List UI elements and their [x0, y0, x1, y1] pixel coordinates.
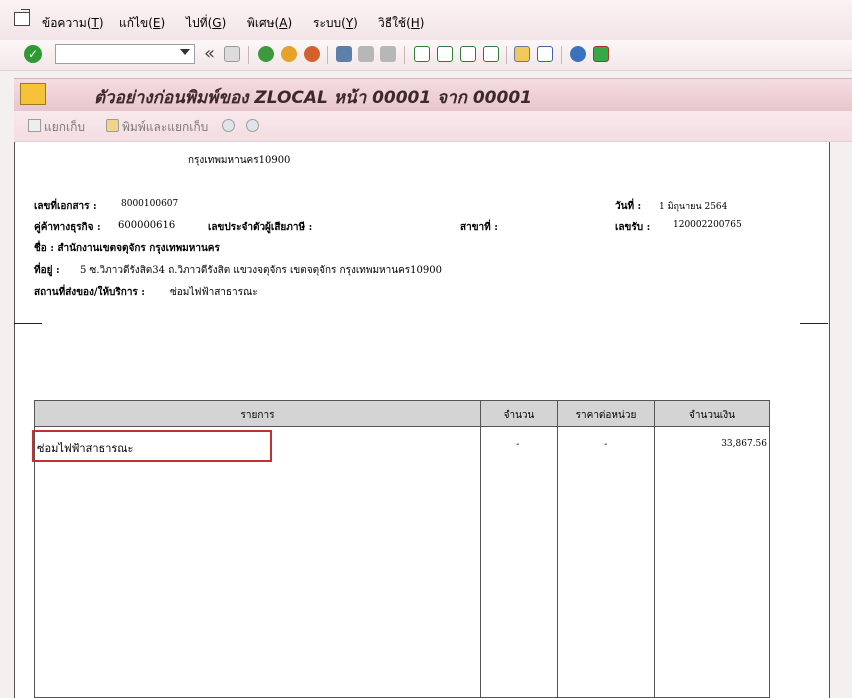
- column-divider: [557, 401, 558, 697]
- name-line: ชื่อ : สำนักงานเขตจตุจักร กรุงเทพมหานคร: [34, 243, 220, 254]
- menu-label: พิเศษ(: [247, 16, 280, 30]
- header-item: รายการ: [240, 410, 275, 421]
- partner-value: 600000616: [118, 220, 176, 231]
- exit-icon[interactable]: [281, 46, 297, 62]
- menu-system[interactable]: ระบบ(Y): [313, 14, 358, 33]
- menu-key: H: [410, 16, 420, 30]
- menu-label-tail: ): [98, 16, 104, 30]
- chevron-down-icon[interactable]: [180, 49, 190, 55]
- address-label: ที่อยู่ :: [34, 265, 60, 276]
- find-next-icon[interactable]: [380, 46, 396, 62]
- menu-label-tail: ): [419, 16, 425, 30]
- new-session-icon[interactable]: [514, 46, 530, 62]
- last-page-icon[interactable]: [483, 46, 499, 62]
- menu-message[interactable]: ข้อความ(T): [42, 14, 104, 33]
- separator: [248, 46, 249, 64]
- menu-label: ไปที่(: [186, 16, 213, 30]
- tax-id-label: เลขประจำตัวผู้เสียภาษี :: [208, 222, 313, 233]
- separator: [561, 46, 562, 64]
- menu-label-tail: ): [287, 16, 293, 30]
- command-field[interactable]: [55, 44, 195, 64]
- separator: [404, 46, 405, 64]
- standard-toolbar: ✓ «: [0, 40, 852, 71]
- header-unit-price: ราคาต่อหน่วย: [575, 410, 637, 421]
- menu-edit[interactable]: แก้ไข(E): [119, 14, 165, 33]
- spool-store-icon[interactable]: [28, 119, 41, 132]
- menu-label-tail: ): [221, 16, 227, 30]
- menu-bar: ข้อความ(T) แก้ไข(E) ไปที่(G) พิเศษ(A) ระ…: [0, 0, 852, 41]
- prev-page-icon[interactable]: [437, 46, 453, 62]
- screen-title-bar: ตัวอย่างก่อนพิมพ์ของ ZLOCAL หน้า 00001 จ…: [14, 78, 852, 111]
- separator: [327, 46, 328, 64]
- next-page-icon[interactable]: [460, 46, 476, 62]
- row-unit-price: -: [604, 439, 608, 450]
- address-value: 5 ซ.วิภาวดีรังสิต34 ถ.วิภาวดีรังสิต แขวง…: [80, 265, 442, 276]
- print-icon[interactable]: [336, 46, 352, 62]
- application-toolbar: แยกเก็บ พิมพ์และแยกเก็บ: [14, 111, 852, 142]
- address-line-top: กรุงเทพมหานคร10900: [188, 155, 291, 166]
- print-and-spool-button[interactable]: พิมพ์และแยกเก็บ: [122, 118, 208, 137]
- first-page-icon[interactable]: [414, 46, 430, 62]
- print-spool-icon[interactable]: [106, 119, 119, 132]
- menu-help[interactable]: วิธีใช้(H): [378, 14, 424, 33]
- check-icon[interactable]: ✓: [24, 45, 42, 63]
- doc-no-label: เลขที่เอกสาร :: [34, 201, 97, 212]
- menu-key: E: [152, 16, 161, 30]
- header-qty: จำนวน: [503, 410, 535, 421]
- service-location-value: ซ่อมไฟฟ้าสาธารณะ: [170, 287, 258, 298]
- date-value: 1 มิถุนายน 2564: [659, 202, 728, 212]
- column-divider: [654, 401, 655, 697]
- customize-icon[interactable]: [593, 46, 609, 62]
- zoom-in-icon[interactable]: [222, 119, 235, 132]
- menu-key: T: [91, 16, 99, 30]
- row-qty: -: [516, 439, 520, 450]
- menu-goto[interactable]: ไปที่(G): [186, 14, 226, 33]
- doc-no-value: 8000100607: [121, 199, 179, 209]
- branch-label: สาขาที่ :: [460, 222, 498, 233]
- partner-label: คู่ค้าทางธุรกิจ :: [34, 222, 101, 233]
- service-location-label: สถานที่ส่งของ/ให้บริการ :: [34, 287, 145, 298]
- receipt-value: 120002200765: [673, 220, 742, 230]
- page-title: ตัวอย่างก่อนพิมพ์ของ ZLOCAL หน้า 00001 จ…: [94, 88, 532, 108]
- header-amount: จำนวนเงิน: [689, 410, 735, 421]
- help-icon[interactable]: [570, 46, 586, 62]
- save-icon[interactable]: [224, 46, 240, 62]
- divider-right: [800, 323, 828, 324]
- menu-label: แก้ไข(: [119, 16, 153, 30]
- separator: [506, 46, 507, 64]
- divider-left: [14, 323, 42, 324]
- shortcut-icon[interactable]: [537, 46, 553, 62]
- column-divider: [480, 401, 481, 697]
- highlight-box: [32, 430, 272, 462]
- back-icon[interactable]: [258, 46, 274, 62]
- menu-label: ระบบ(: [313, 16, 346, 30]
- spool-button[interactable]: แยกเก็บ: [44, 118, 85, 137]
- row-amount: 33,867.56: [721, 439, 767, 449]
- menu-label-tail: ): [160, 16, 166, 30]
- menu-label: ข้อความ(: [42, 16, 92, 30]
- menu-label: วิธีใช้(: [378, 16, 411, 30]
- receipt-label: เลขรับ :: [615, 222, 651, 233]
- cancel-icon[interactable]: [304, 46, 320, 62]
- menu-extras[interactable]: พิเศษ(A): [247, 14, 292, 33]
- back-arrows-icon[interactable]: «: [204, 43, 215, 64]
- zoom-out-icon[interactable]: [246, 119, 259, 132]
- date-label: วันที่ :: [615, 201, 642, 212]
- find-icon[interactable]: [358, 46, 374, 62]
- menu-key: G: [212, 16, 222, 30]
- menu-exit-icon[interactable]: [14, 9, 30, 26]
- spool-icon[interactable]: [20, 83, 46, 105]
- menu-label-tail: ): [353, 16, 358, 30]
